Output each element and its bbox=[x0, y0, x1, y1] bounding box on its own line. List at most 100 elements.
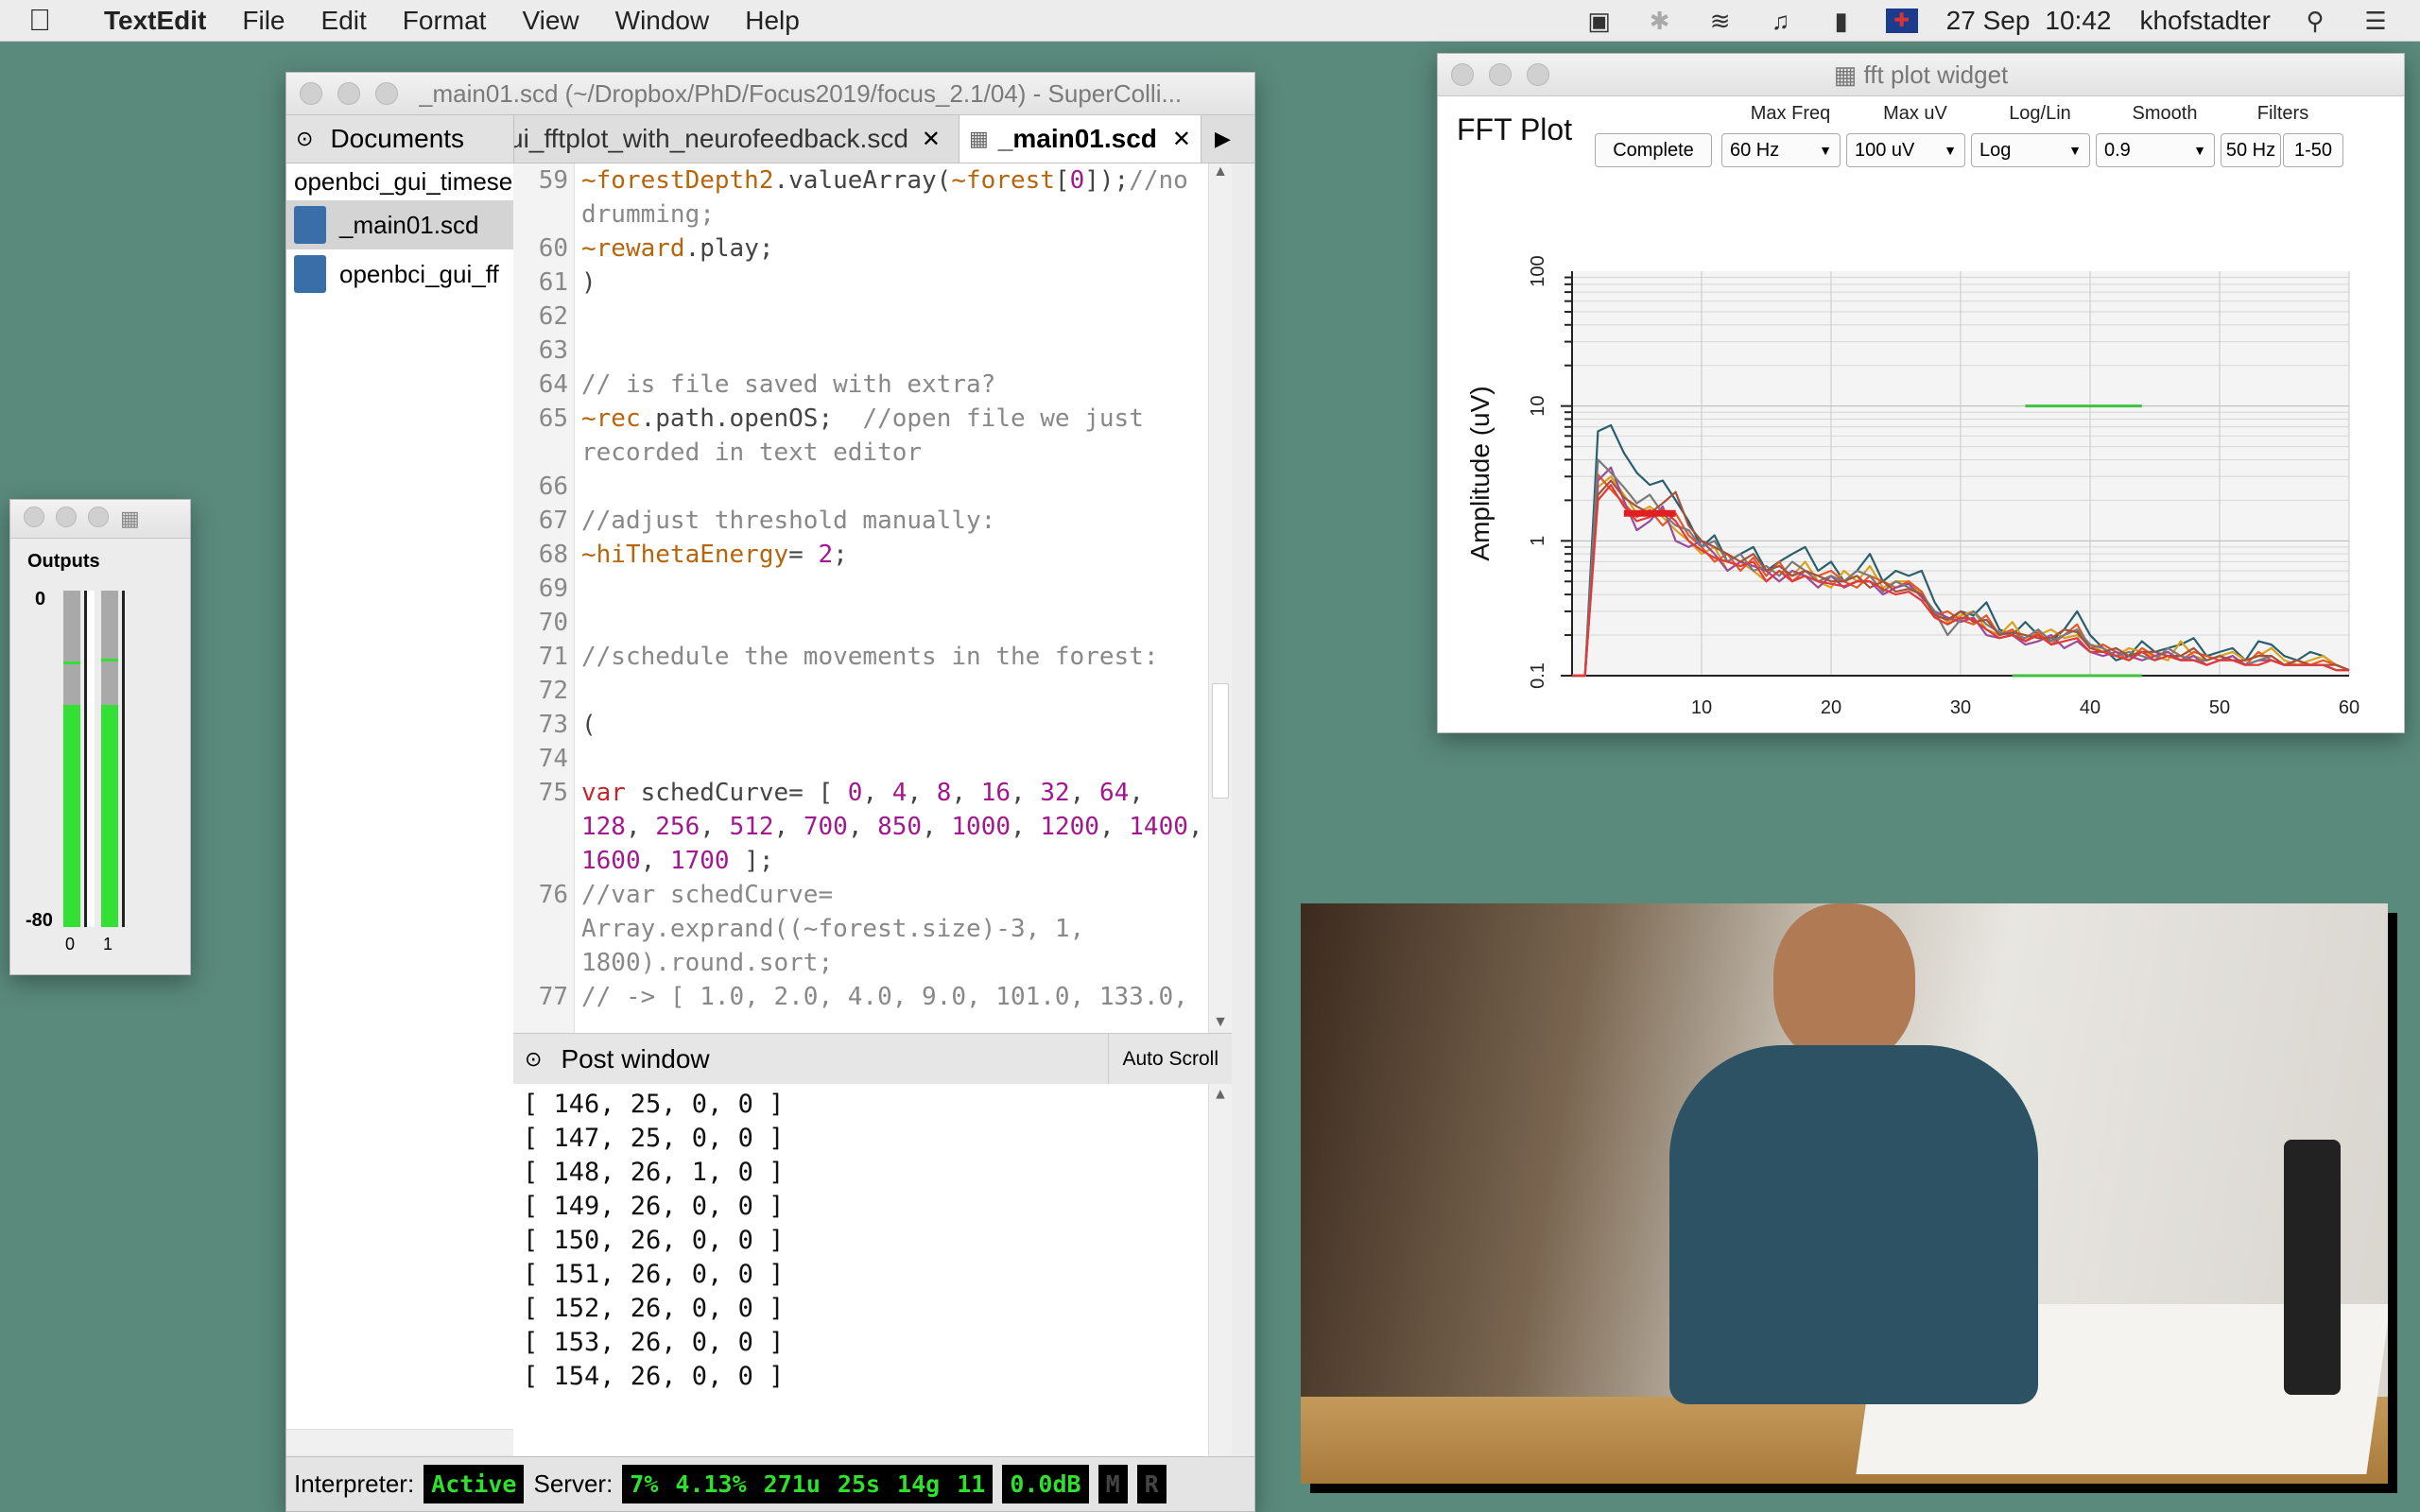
menu-window[interactable]: Window bbox=[615, 6, 710, 36]
y-tick-label: 100 bbox=[1528, 255, 1548, 286]
post-line: [ 151, 26, 0, 0 ] bbox=[523, 1260, 785, 1289]
package-icon: ▦ bbox=[120, 507, 140, 530]
interpreter-label: Interpreter: bbox=[294, 1469, 415, 1498]
meter-level bbox=[101, 705, 118, 927]
meter-channel-0 bbox=[63, 591, 80, 927]
panel-undock-icon[interactable]: ⊙ bbox=[525, 1047, 542, 1072]
post-vscrollbar[interactable]: ▲ ▼ bbox=[1208, 1084, 1232, 1500]
auto-scroll-button[interactable]: Auto Scroll bbox=[1108, 1034, 1219, 1085]
tab-close-icon[interactable]: ✕ bbox=[922, 126, 941, 153]
panel-undock-icon[interactable]: ⊙ bbox=[296, 127, 313, 151]
tab-scroll-right-icon[interactable]: ▶ bbox=[1215, 127, 1231, 151]
x-tick-label: 40 bbox=[2080, 697, 2100, 718]
battery-icon[interactable]: ▮ bbox=[1825, 9, 1858, 33]
max-freq-label: Max Freq bbox=[1750, 103, 1831, 124]
doc-item[interactable]: openbci_gui_ff bbox=[286, 249, 513, 299]
smooth-label: Smooth bbox=[2132, 103, 2198, 124]
doc-item[interactable]: openbci_gui_timese bbox=[286, 163, 513, 200]
scroll-up-icon[interactable]: ▲ bbox=[1209, 1084, 1232, 1102]
tab-close-icon[interactable]: ✕ bbox=[1172, 126, 1191, 153]
mute-toggle[interactable]: M bbox=[1098, 1465, 1128, 1503]
menu-file[interactable]: File bbox=[242, 6, 285, 36]
menu-format[interactable]: Format bbox=[403, 6, 487, 36]
server-volume[interactable]: 0.0dB bbox=[1002, 1465, 1089, 1503]
wifi-icon[interactable]: ≋ bbox=[1704, 9, 1737, 33]
close-button[interactable] bbox=[300, 82, 322, 105]
code-editor[interactable]: 59 ~forestDepth2.valueArray(~forest[0]);/… bbox=[513, 163, 1232, 1033]
scroll-thumb[interactable] bbox=[1212, 683, 1229, 799]
menu-time[interactable]: 10:42 bbox=[2045, 6, 2111, 36]
tab-main01[interactable]: ▦ _main01.scd ✕ bbox=[959, 115, 1201, 163]
loglin-label: Log/Lin bbox=[2009, 103, 2071, 124]
post-window-header: ⊙ Post window Auto Scroll bbox=[513, 1033, 1232, 1086]
post-line: [ 146, 25, 0, 0 ] bbox=[523, 1090, 785, 1119]
camera-icon[interactable]: ▣ bbox=[1583, 9, 1616, 33]
interpreter-state[interactable]: Active bbox=[424, 1465, 525, 1503]
post-output: [ 146, 25, 0, 0 ] [ 147, 25, 0, 0 ] [ 148,… bbox=[513, 1084, 1232, 1398]
fft-chart: 10 20 30 40 50 60 0.1 1 10 100 Frequency (Hz) Ampli… bbox=[1465, 255, 2360, 733]
y-axis-label: Amplitude (uV) bbox=[1465, 386, 1495, 560]
y-tick-label: 10 bbox=[1528, 396, 1548, 417]
loglin-select[interactable]: Log ▼ bbox=[1971, 133, 2090, 167]
notch-filter-button[interactable]: 50 Hz bbox=[2221, 133, 2281, 167]
editor-vscrollbar[interactable]: ▲ ▼ bbox=[1208, 163, 1232, 1033]
documents-panel-header: ⊙ Documents bbox=[286, 115, 514, 163]
zoom-button[interactable] bbox=[88, 507, 109, 527]
meter-channel-1 bbox=[101, 591, 118, 927]
bluetooth-icon[interactable]: ✱ bbox=[1644, 9, 1676, 33]
meter-ticks-0 bbox=[84, 591, 95, 927]
code-text: 59 ~forestDepth2.valueArray(~forest[0]);/… bbox=[538, 166, 1203, 1011]
y-tick-label: 1 bbox=[1528, 536, 1548, 546]
close-button[interactable] bbox=[24, 507, 44, 527]
post-line: [ 152, 26, 0, 0 ] bbox=[523, 1294, 785, 1323]
chevron-down-icon: ▼ bbox=[2068, 143, 2082, 158]
spotlight-search-icon[interactable]: ⚲ bbox=[2299, 9, 2331, 33]
doc-item[interactable]: _main01.scd bbox=[286, 200, 513, 249]
minimize-button[interactable] bbox=[56, 507, 77, 527]
fft-titlebar: ▦ fft plot widget bbox=[1438, 54, 2404, 96]
server-stats[interactable]: 7% 4.13% 271u 25s 14g 11 bbox=[622, 1465, 994, 1503]
zoom-button[interactable] bbox=[375, 82, 398, 105]
documents-hscrollbar[interactable] bbox=[286, 1429, 513, 1454]
flag-icon[interactable]: ✚ bbox=[1885, 8, 1918, 33]
record-toggle[interactable]: R bbox=[1136, 1465, 1167, 1503]
notification-center-icon[interactable]: ☰ bbox=[2360, 9, 2392, 33]
volume-icon[interactable]: ♫ bbox=[1765, 9, 1797, 33]
apple-menu-icon[interactable]:  bbox=[28, 3, 51, 38]
menu-edit[interactable]: Edit bbox=[321, 6, 367, 36]
menu-app-name[interactable]: TextEdit bbox=[104, 6, 206, 36]
floppy-disk-icon bbox=[294, 206, 326, 244]
max-uv-select[interactable]: 100 uV ▼ bbox=[1846, 133, 1965, 167]
tab-label: ui_fftplot_with_neurofeedback.scd bbox=[514, 124, 908, 153]
menu-bar:  TextEdit File Edit Format View Window … bbox=[0, 0, 2420, 42]
fft-title: FFT Plot bbox=[1457, 112, 1573, 146]
menu-view[interactable]: View bbox=[522, 6, 579, 36]
post-window[interactable]: [ 146, 25, 0, 0 ] [ 147, 25, 0, 0 ] [ 148,… bbox=[513, 1084, 1232, 1500]
menu-help[interactable]: Help bbox=[745, 6, 800, 36]
meter-channel-0-label: 0 bbox=[65, 935, 76, 954]
server-groups: 14g bbox=[897, 1470, 941, 1498]
camera-tripod bbox=[2284, 1140, 2341, 1395]
scroll-up-icon[interactable]: ▲ bbox=[1209, 163, 1232, 180]
menu-user[interactable]: khofstadter bbox=[2139, 6, 2271, 36]
scroll-down-icon[interactable]: ▼ bbox=[1209, 1014, 1232, 1031]
bandpass-filter-button[interactable]: 1-50 bbox=[2283, 133, 2343, 167]
server-synths: 25s bbox=[837, 1470, 881, 1498]
smooth-select[interactable]: 0.9 ▼ bbox=[2096, 133, 2215, 167]
meter-peak bbox=[101, 658, 118, 662]
x-tick-label: 10 bbox=[1691, 697, 1712, 718]
minimize-button[interactable] bbox=[337, 82, 360, 105]
post-line: [ 149, 26, 0, 0 ] bbox=[523, 1192, 785, 1221]
y-tick-label: 0.1 bbox=[1528, 662, 1548, 689]
tab-fftplot[interactable]: ui_fftplot_with_neurofeedback.scd ✕ bbox=[514, 115, 959, 163]
post-line: [ 148, 26, 1, 0 ] bbox=[523, 1158, 785, 1187]
x-tick-label: 30 bbox=[1950, 697, 1971, 718]
max-freq-select[interactable]: 60 Hz ▼ bbox=[1721, 133, 1841, 167]
tab-label: _main01.scd bbox=[997, 124, 1157, 153]
x-axis-label: Frequency (Hz) bbox=[1870, 730, 2052, 733]
chevron-down-icon: ▼ bbox=[1819, 143, 1832, 158]
menu-date[interactable]: 27 Sep bbox=[1946, 6, 2031, 36]
complete-button[interactable]: Complete bbox=[1595, 133, 1712, 167]
doc-item-label: openbci_gui_ff bbox=[339, 259, 499, 288]
package-icon: ▦ bbox=[1833, 60, 1864, 89]
